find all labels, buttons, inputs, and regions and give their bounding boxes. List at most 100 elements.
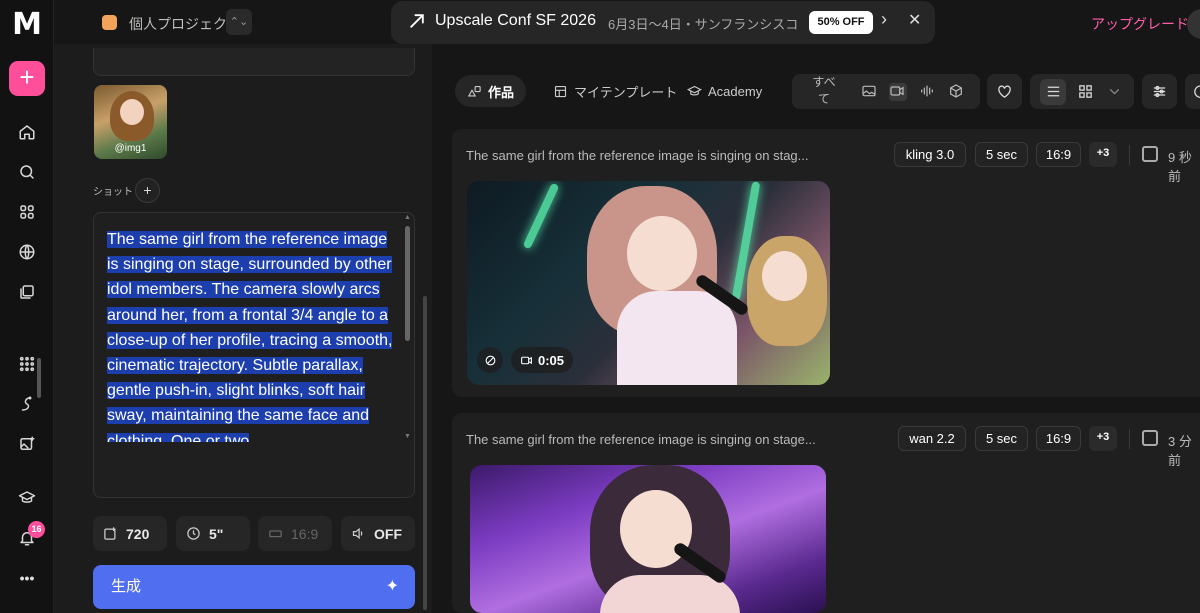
- divider: [1129, 145, 1130, 165]
- result-prompt[interactable]: The same girl from the reference image i…: [466, 148, 809, 163]
- globe-icon[interactable]: [15, 240, 39, 264]
- prompt-text[interactable]: The same girl from the reference image i…: [107, 227, 394, 442]
- more-tags-badge[interactable]: +3: [1089, 142, 1117, 167]
- settings-chip[interactable]: [477, 347, 503, 373]
- aspect-tag: 16:9: [1036, 426, 1081, 451]
- duration-tag: 5 sec: [975, 142, 1028, 167]
- member-face: [762, 251, 807, 301]
- refresh-icon: [1193, 85, 1200, 98]
- tab-my-templates-label: マイテンプレート: [574, 84, 678, 100]
- clock-icon: [187, 527, 200, 540]
- discount-badge[interactable]: 50% OFF: [809, 11, 873, 34]
- banner-title: Upscale Conf SF 2026: [435, 12, 596, 29]
- brush-icon[interactable]: [15, 392, 39, 416]
- sliders-icon: [1153, 85, 1166, 98]
- sparkle-icon: ✦: [385, 578, 399, 595]
- duration-button[interactable]: 5": [176, 516, 250, 551]
- expand-arrow-icon: [407, 11, 427, 31]
- graduation-cap-icon: [687, 85, 702, 95]
- model-tag: wan 2.2: [898, 426, 966, 451]
- aspect-ratio-icon: [269, 530, 282, 538]
- tab-academy[interactable]: Academy: [675, 75, 774, 107]
- reference-image-label: @img1: [114, 143, 147, 154]
- tab-academy-label: Academy: [708, 83, 763, 99]
- audio-filter-icon[interactable]: [919, 83, 937, 101]
- divider: [1129, 429, 1130, 449]
- more-options-button[interactable]: [1185, 74, 1200, 109]
- apps-icon[interactable]: [15, 200, 39, 224]
- home-icon[interactable]: [15, 120, 39, 144]
- app-logo[interactable]: M: [9, 10, 45, 40]
- panel-scrollbar[interactable]: [423, 296, 427, 610]
- video-thumbnail[interactable]: 0:05: [467, 181, 830, 385]
- create-button[interactable]: +: [9, 61, 45, 96]
- video-duration: 0:05: [537, 352, 565, 368]
- nav-rail: M + 16 •••: [0, 0, 54, 613]
- reference-image-thumbnail[interactable]: @img1: [94, 85, 167, 159]
- result-time: 9 秒前: [1168, 150, 1192, 184]
- upgrade-link[interactable]: アップグレード: [1091, 14, 1189, 34]
- video-filter-icon[interactable]: [889, 83, 907, 101]
- banner-subtitle: 6月3日〜4日・サンフランシスコ: [608, 17, 799, 32]
- prompt-scroll-up-icon[interactable]: ▲: [404, 214, 411, 221]
- add-shot-button[interactable]: +: [135, 178, 160, 203]
- shapes-icon: [467, 85, 481, 96]
- banner-close-icon[interactable]: ✕: [908, 10, 921, 30]
- image-filter-icon[interactable]: [861, 83, 879, 101]
- video-thumbnail[interactable]: [470, 465, 826, 613]
- prompt-scroll-down-icon[interactable]: ▼: [404, 433, 411, 440]
- duration-tag: 5 sec: [975, 426, 1028, 451]
- filter-all[interactable]: すべて: [812, 74, 836, 108]
- sound-button[interactable]: OFF: [341, 516, 415, 551]
- result-prompt[interactable]: The same girl from the reference image i…: [466, 432, 816, 447]
- shot-label: ショット: [93, 187, 133, 198]
- template-icon: [554, 85, 567, 97]
- reference-image-face: [120, 99, 144, 125]
- singer-dress: [617, 291, 737, 385]
- singer-face: [627, 216, 697, 291]
- library-icon[interactable]: [15, 280, 39, 304]
- project-switch-button[interactable]: ⌃⌄: [226, 9, 252, 35]
- academy-icon[interactable]: [15, 486, 39, 510]
- list-view-icon[interactable]: [1040, 78, 1066, 105]
- prompt-scrollbar[interactable]: [405, 226, 410, 341]
- heart-icon: [998, 85, 1011, 98]
- tab-works[interactable]: 作品: [455, 75, 527, 107]
- speaker-icon: [352, 527, 363, 540]
- rail-scrollbar[interactable]: [37, 358, 41, 398]
- 3d-filter-icon[interactable]: [948, 83, 966, 101]
- favorites-button[interactable]: [987, 74, 1022, 109]
- duration-value: 5": [209, 525, 224, 542]
- select-checkbox[interactable]: [1142, 430, 1158, 446]
- video-icon: [521, 356, 532, 364]
- generate-button[interactable]: 生成 ✦: [93, 565, 415, 609]
- settings-button[interactable]: [1142, 74, 1177, 109]
- grid-icon[interactable]: [15, 352, 39, 376]
- generate-label: 生成: [111, 578, 142, 595]
- aspect-ratio-button[interactable]: 16:9: [258, 516, 332, 551]
- resolution-value: 720: [126, 525, 150, 542]
- search-icon[interactable]: [15, 160, 39, 184]
- image-edit-icon[interactable]: [15, 432, 39, 456]
- project-name[interactable]: 個人プロジェクト: [129, 14, 241, 34]
- result-time: 3 分前: [1168, 434, 1192, 468]
- notification-badge: 16: [28, 521, 45, 538]
- sound-value: OFF: [374, 525, 402, 542]
- more-tags-badge[interactable]: +3: [1089, 426, 1117, 451]
- aspect-ratio-value: 16:9: [291, 525, 319, 542]
- prompt-selection: The same girl from the reference image i…: [107, 231, 393, 442]
- resolution-button[interactable]: 720: [93, 516, 167, 551]
- grid-view-icon[interactable]: [1072, 79, 1098, 105]
- duration-chip: 0:05: [511, 347, 573, 373]
- tab-my-templates[interactable]: マイテンプレート: [541, 75, 689, 107]
- stage-light: [522, 182, 560, 250]
- banner-next-icon[interactable]: ›: [881, 9, 887, 30]
- previous-input-box[interactable]: [93, 48, 415, 76]
- select-checkbox[interactable]: [1142, 146, 1158, 162]
- model-tag: kling 3.0: [894, 142, 966, 167]
- tab-works-label: 作品: [488, 84, 515, 100]
- chevron-down-icon[interactable]: [1104, 79, 1124, 105]
- view-toggle-group: [1030, 74, 1134, 109]
- aspect-tag: 16:9: [1036, 142, 1081, 167]
- more-icon[interactable]: •••: [15, 566, 39, 590]
